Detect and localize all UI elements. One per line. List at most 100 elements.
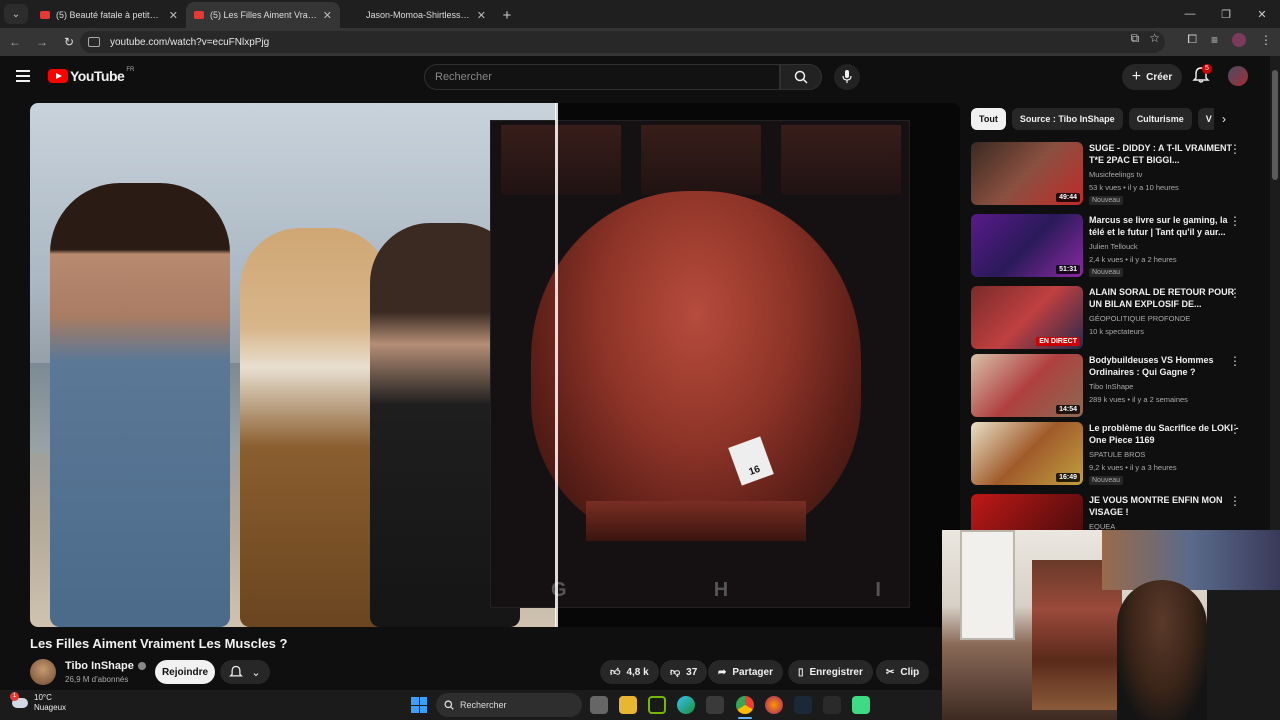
- video-player[interactable]: 16 G H I: [30, 103, 960, 627]
- xbox-icon[interactable]: [823, 696, 841, 714]
- file-explorer-icon[interactable]: [619, 696, 637, 714]
- maximize-button[interactable]: ❐: [1208, 0, 1244, 28]
- recommendation-channel[interactable]: EQUEA: [1089, 522, 1115, 530]
- tab-close-icon[interactable]: ✕: [169, 9, 178, 22]
- taskbar-search-label: Rechercher: [460, 700, 507, 710]
- close-window-button[interactable]: ✕: [1244, 0, 1280, 28]
- browser-extensions: ⧠ ≡ ⋮: [1187, 32, 1272, 47]
- recommendation-channel[interactable]: SPATULE BROS: [1089, 450, 1145, 459]
- recommendation-meta: 2,4 k vues • il y a 2 heures: [1089, 255, 1177, 264]
- video-thumbnail[interactable]: 16:49: [971, 422, 1083, 485]
- letter-label: I: [875, 579, 881, 601]
- menu-kebab-icon[interactable]: ⋮: [1260, 33, 1272, 47]
- site-info-icon[interactable]: [88, 37, 100, 47]
- task-view-icon[interactable]: [590, 696, 608, 714]
- like-button[interactable]: 👍︎ 4,8 k: [600, 660, 659, 684]
- more-options-icon[interactable]: ⋮: [1229, 422, 1241, 436]
- back-icon[interactable]: ←: [3, 30, 27, 54]
- plus-icon: +: [1131, 68, 1142, 85]
- letter-label: G: [551, 579, 567, 601]
- address-bar[interactable]: youtube.com/watch?v=ecuFNlxpPjg: [80, 31, 1165, 53]
- tab-close-icon[interactable]: ✕: [477, 9, 486, 22]
- recommendation-item[interactable]: 49:44 SUGE - DIDDY : A T-IL VRAIMENT T*E …: [971, 142, 1261, 208]
- recommendation-title[interactable]: Bodybuildeuses VS Hommes Ordinaires : Qu…: [1089, 354, 1241, 378]
- chip-culturisme[interactable]: Culturisme: [1128, 108, 1192, 130]
- youtube-play-icon: [48, 69, 68, 83]
- video-frame-interview: [30, 103, 556, 627]
- voice-search-button[interactable]: [834, 64, 860, 90]
- recommendation-channel[interactable]: Tibo InShape: [1089, 382, 1133, 391]
- tab-search-button[interactable]: ⌄: [4, 4, 28, 24]
- chevron-right-icon[interactable]: ›: [1214, 108, 1234, 130]
- recommendation-item[interactable]: JE VOUS MONTRE ENFIN MON VISAGE ! EQUEA ⋮: [971, 494, 1261, 530]
- recommendation-item[interactable]: 14:54 Bodybuildeuses VS Hommes Ordinaires…: [971, 354, 1261, 420]
- search-button[interactable]: [780, 64, 822, 90]
- video-thumbnail[interactable]: EN DIRECT: [971, 286, 1083, 349]
- video-thumbnail[interactable]: [971, 494, 1083, 530]
- new-tab-button[interactable]: +: [494, 2, 520, 28]
- channel-name[interactable]: Tibo InShape: [65, 660, 146, 672]
- more-options-icon[interactable]: ⋮: [1229, 354, 1241, 368]
- video-thumbnail[interactable]: 14:54: [971, 354, 1083, 417]
- recommendation-title[interactable]: Le problème du Sacrifice de LOKI - One P…: [1089, 422, 1241, 446]
- cast-icon[interactable]: ⧉: [1131, 31, 1140, 46]
- reload-icon[interactable]: ↻: [57, 30, 81, 54]
- extensions-icon[interactable]: ⧠: [1187, 32, 1197, 47]
- menu-icon[interactable]: [16, 70, 30, 82]
- search-input[interactable]: Rechercher: [424, 64, 780, 90]
- edge-icon[interactable]: [677, 696, 695, 714]
- android-icon[interactable]: [852, 696, 870, 714]
- more-options-icon[interactable]: ⋮: [1229, 214, 1241, 228]
- dislike-button[interactable]: 👎︎ 37: [660, 660, 708, 684]
- store-icon[interactable]: [706, 696, 724, 714]
- bookmark-star-icon[interactable]: ☆: [1149, 31, 1160, 46]
- recommendation-title[interactable]: ALAIN SORAL DE RETOUR POUR UN BILAN EXPL…: [1089, 286, 1241, 310]
- recommendation-item[interactable]: 16:49 Le problème du Sacrifice de LOKI - …: [971, 422, 1261, 488]
- join-button[interactable]: Rejoindre: [155, 660, 215, 684]
- chip-all[interactable]: Tout: [971, 108, 1006, 130]
- weather-widget[interactable]: 1 10°C Nuageux: [10, 692, 66, 713]
- recommendation-channel[interactable]: Musicfeelings tv: [1089, 170, 1142, 179]
- youtube-logo[interactable]: YouTube FR: [48, 67, 134, 84]
- browser-tab[interactable]: Jason-Momoa-Shirtless-05.jpg ✕: [340, 2, 494, 28]
- account-avatar[interactable]: [1228, 66, 1248, 86]
- more-options-icon[interactable]: ⋮: [1229, 142, 1241, 156]
- more-options-icon[interactable]: ⋮: [1229, 286, 1241, 300]
- cloud-icon: 1: [10, 692, 28, 708]
- recommendation-channel[interactable]: GÉOPOLITIQUE PROFONDE: [1089, 314, 1190, 323]
- scrollbar-thumb[interactable]: [1272, 70, 1278, 180]
- taskbar-search[interactable]: Rechercher: [436, 693, 582, 717]
- notifications-button[interactable]: 5: [1192, 64, 1212, 86]
- recommendation-channel[interactable]: Julien Tellouck: [1089, 242, 1138, 251]
- profile-avatar[interactable]: [1232, 32, 1246, 47]
- nvidia-icon[interactable]: [648, 696, 666, 714]
- browser-tab-active[interactable]: (5) Les Filles Aiment Vraiment L ✕: [186, 2, 340, 28]
- windows-start-icon[interactable]: [411, 697, 427, 713]
- share-button[interactable]: ➦ Partager: [708, 660, 783, 684]
- video-thumbnail[interactable]: 51:31: [971, 214, 1083, 277]
- tab-close-icon[interactable]: ✕: [323, 9, 332, 22]
- browser-toolbar: ← → ↻ youtube.com/watch?v=ecuFNlxpPjg ⧉ …: [0, 28, 1280, 56]
- save-button[interactable]: ▯ Enregistrer: [788, 660, 873, 684]
- recommendation-title[interactable]: JE VOUS MONTRE ENFIN MON VISAGE !: [1089, 494, 1241, 518]
- channel-avatar[interactable]: [30, 659, 56, 685]
- recommendation-title[interactable]: Marcus se livre sur le gaming, la télé e…: [1089, 214, 1241, 238]
- create-button[interactable]: + Créer: [1122, 64, 1182, 90]
- duration-badge: 16:49: [1056, 473, 1080, 482]
- more-options-icon[interactable]: ⋮: [1229, 494, 1241, 508]
- steam-icon[interactable]: [794, 696, 812, 714]
- chrome-icon[interactable]: [736, 696, 754, 714]
- chip-source[interactable]: Source : Tibo InShape: [1011, 108, 1123, 130]
- subscription-bell-button[interactable]: ⌄: [220, 660, 270, 684]
- share-label: Partager: [732, 666, 773, 678]
- recommendation-item[interactable]: 51:31 Marcus se livre sur le gaming, la t…: [971, 214, 1261, 280]
- recommendation-title[interactable]: SUGE - DIDDY : A T-IL VRAIMENT T*E 2PAC …: [1089, 142, 1241, 166]
- recommendation-item[interactable]: EN DIRECT ALAIN SORAL DE RETOUR POUR UN B…: [971, 286, 1261, 352]
- forward-icon[interactable]: →: [30, 30, 54, 54]
- firefox-icon[interactable]: [765, 696, 783, 714]
- browser-tab[interactable]: (5) Beauté fatale à petits prix | ✕: [32, 2, 186, 28]
- video-thumbnail[interactable]: 49:44: [971, 142, 1083, 205]
- reading-list-icon[interactable]: ≡: [1211, 33, 1218, 47]
- minimize-button[interactable]: —: [1172, 0, 1208, 28]
- clip-button[interactable]: ✂ Clip: [876, 660, 930, 684]
